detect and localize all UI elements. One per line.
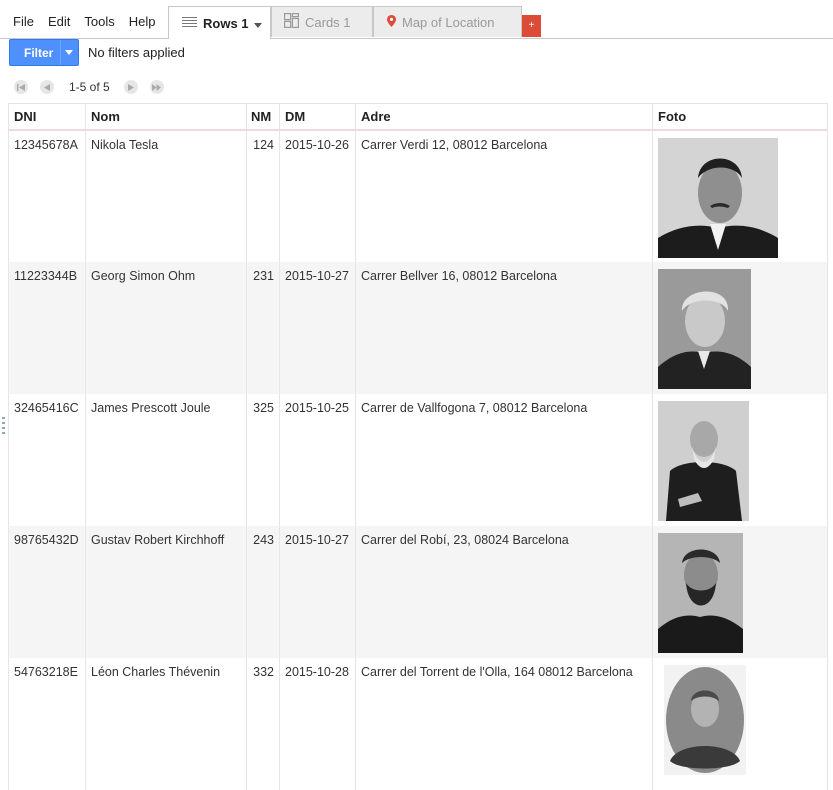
column-header-nm[interactable]: NM xyxy=(246,103,280,131)
cards-icon xyxy=(284,13,299,31)
cell-nm: 231 xyxy=(246,261,280,394)
menu-edit[interactable]: Edit xyxy=(41,14,77,29)
cell-adre: Carrer Verdi 12, 08012 Barcelona xyxy=(355,129,653,262)
table-row[interactable]: 11223344B Georg Simon Ohm 231 2015-10-27… xyxy=(8,261,828,394)
cell-dni: 12345678A xyxy=(8,129,86,262)
portrait-photo[interactable] xyxy=(658,532,743,653)
top-bar: File Edit Tools Help Rows 1 Cards 1 Map … xyxy=(0,0,833,39)
cell-nm: 243 xyxy=(246,525,280,658)
cell-dm: 2015-10-25 xyxy=(279,393,356,526)
cell-foto xyxy=(652,261,828,394)
cell-foto xyxy=(652,525,828,658)
portrait-photo[interactable] xyxy=(658,137,778,258)
table-header-row: DNI Nom NM DM Adre Foto xyxy=(8,103,828,131)
cell-dni: 98765432D xyxy=(8,525,86,658)
column-header-foto[interactable]: Foto xyxy=(652,103,828,131)
cell-nm: 332 xyxy=(246,657,280,790)
menu-tools[interactable]: Tools xyxy=(77,14,121,29)
cell-foto xyxy=(652,129,828,262)
chevron-down-icon[interactable] xyxy=(253,16,262,31)
column-header-dni[interactable]: DNI xyxy=(8,103,86,131)
column-header-adre[interactable]: Adre xyxy=(355,103,653,131)
tab-map-label: Map of Location xyxy=(402,14,495,30)
prev-page-icon[interactable] xyxy=(40,80,54,94)
filter-button[interactable]: Filter xyxy=(9,39,79,66)
cell-adre: Carrer del Torrent de l'Olla, 164 08012 … xyxy=(355,657,653,790)
table-row[interactable]: 54763218E Léon Charles Thévenin 332 2015… xyxy=(8,657,828,790)
portrait-photo[interactable] xyxy=(664,664,746,775)
cell-adre: Carrer de Vallfogona 7, 08012 Barcelona xyxy=(355,393,653,526)
cell-dni: 11223344B xyxy=(8,261,86,394)
table-row[interactable]: 12345678A Nikola Tesla 124 2015-10-26 Ca… xyxy=(8,129,828,262)
table-row[interactable]: 32465416C James Prescott Joule 325 2015-… xyxy=(8,393,828,526)
cell-nm: 325 xyxy=(246,393,280,526)
table-row[interactable]: 98765432D Gustav Robert Kirchhoff 243 20… xyxy=(8,525,828,658)
menu-bar: File Edit Tools Help xyxy=(6,14,162,29)
portrait-photo[interactable] xyxy=(658,400,749,521)
cell-nom: Nikola Tesla xyxy=(85,129,247,262)
menu-help[interactable]: Help xyxy=(122,14,163,29)
cell-dm: 2015-10-26 xyxy=(279,129,356,262)
add-tab-button[interactable]: + xyxy=(522,15,541,37)
next-page-icon[interactable] xyxy=(123,80,138,94)
cell-nom: James Prescott Joule xyxy=(85,393,247,526)
cell-dm: 2015-10-27 xyxy=(279,261,356,394)
cell-dni: 54763218E xyxy=(8,657,86,790)
cell-nom: Gustav Robert Kirchhoff xyxy=(85,525,247,658)
column-header-dm[interactable]: DM xyxy=(279,103,356,131)
pager: 1-5 of 5 xyxy=(14,80,176,94)
cell-dm: 2015-10-28 xyxy=(279,657,356,790)
cell-adre: Carrer del Robí, 23, 08024 Barcelona xyxy=(355,525,653,658)
menu-file[interactable]: File xyxy=(6,14,41,29)
page-count: 1-5 of 5 xyxy=(69,80,110,94)
cell-foto xyxy=(652,657,828,790)
cell-nom: Léon Charles Thévenin xyxy=(85,657,247,790)
cell-nm: 124 xyxy=(246,129,280,262)
last-page-icon[interactable] xyxy=(149,80,164,94)
tab-rows-label: Rows 1 xyxy=(203,15,249,31)
cell-adre: Carrer Bellver 16, 08012 Barcelona xyxy=(355,261,653,394)
filter-status: No filters applied xyxy=(88,45,185,60)
map-pin-icon xyxy=(387,14,396,30)
portrait-photo[interactable] xyxy=(658,268,751,389)
column-header-nom[interactable]: Nom xyxy=(85,103,247,131)
filter-dropdown-icon[interactable] xyxy=(59,40,78,65)
tab-cards-label: Cards 1 xyxy=(305,14,351,30)
cell-dm: 2015-10-27 xyxy=(279,525,356,658)
first-page-icon[interactable] xyxy=(14,80,28,94)
rows-icon xyxy=(182,16,197,31)
cell-nom: Georg Simon Ohm xyxy=(85,261,247,394)
resize-handle[interactable] xyxy=(2,417,5,437)
tab-cards[interactable]: Cards 1 xyxy=(271,6,373,37)
cell-foto xyxy=(652,393,828,526)
tab-rows[interactable]: Rows 1 xyxy=(168,6,271,39)
cell-dni: 32465416C xyxy=(8,393,86,526)
data-table: DNI Nom NM DM Adre Foto 12345678A Nikola… xyxy=(8,103,828,790)
filter-button-label: Filter xyxy=(24,45,54,60)
tab-map[interactable]: Map of Location xyxy=(373,6,522,37)
